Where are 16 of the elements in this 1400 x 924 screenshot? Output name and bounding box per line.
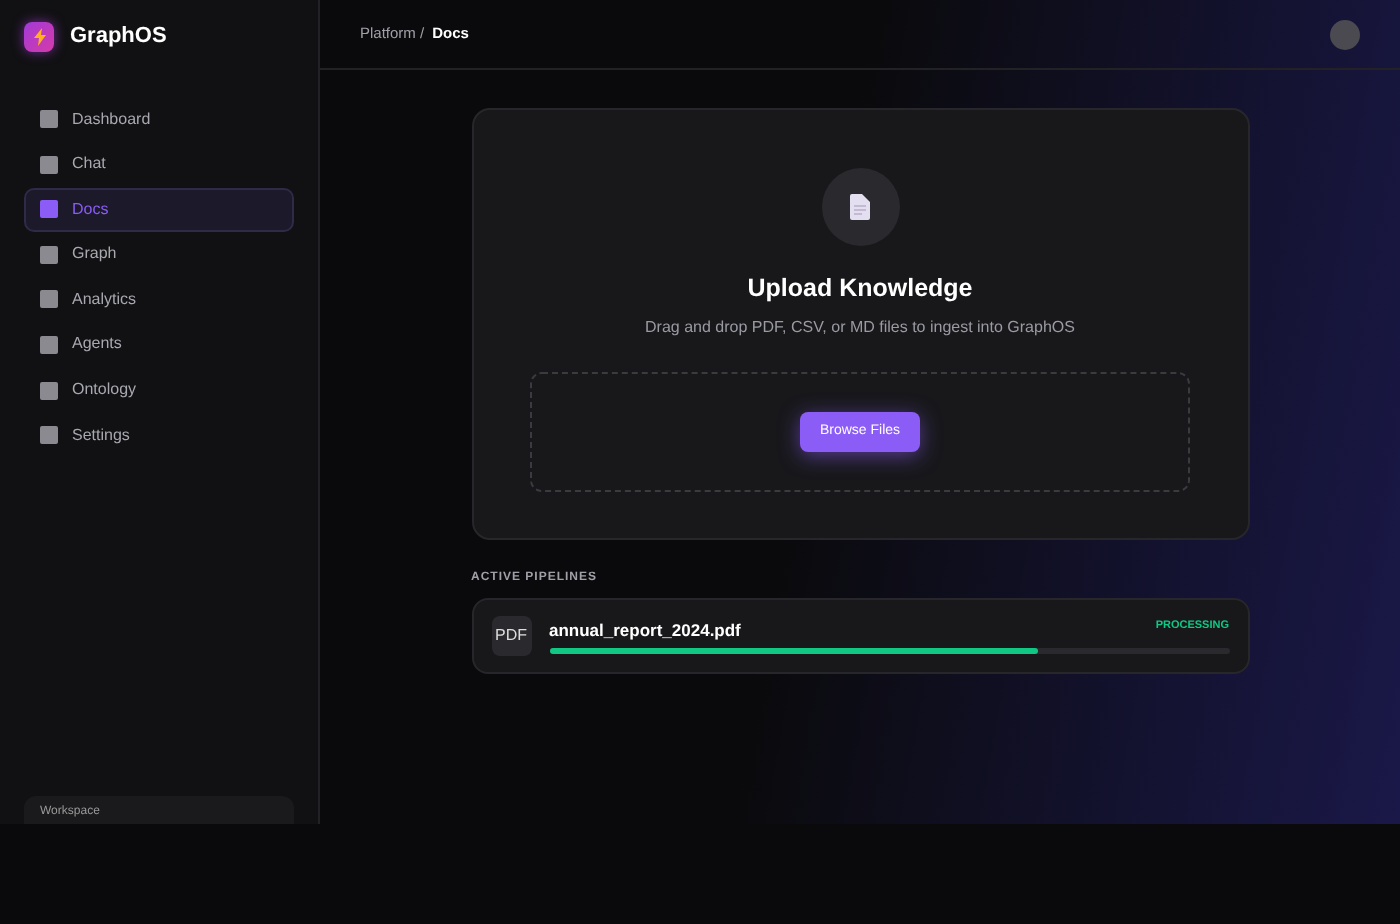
document-icon: [821, 168, 899, 246]
avatar[interactable]: [1330, 19, 1360, 49]
logo-icon: [24, 21, 54, 52]
sidebar-item[interactable]: Analytics: [24, 277, 294, 322]
sidebar-item[interactable]: Dashboard: [24, 97, 294, 141]
sidebar-item[interactable]: Ontology: [24, 368, 294, 413]
sidebar-item[interactable]: Graph: [24, 232, 294, 277]
brand-name: GraphOS: [70, 22, 167, 52]
sidebar-item[interactable]: Chat: [24, 142, 294, 187]
sidebar-item[interactable]: Settings: [24, 413, 294, 458]
upload-subtitle: Drag and drop PDF, CSV, or MD files to ingest into GraphOS: [645, 315, 1075, 340]
file-name: annual_report_2024.pdf: [549, 617, 741, 643]
sidebar-item[interactable]: Docs: [24, 187, 294, 232]
sidebar-item[interactable]: Agents: [24, 322, 294, 367]
upload-title: Upload Knowledge: [747, 272, 973, 306]
file-type-label: PDF: [491, 616, 531, 656]
